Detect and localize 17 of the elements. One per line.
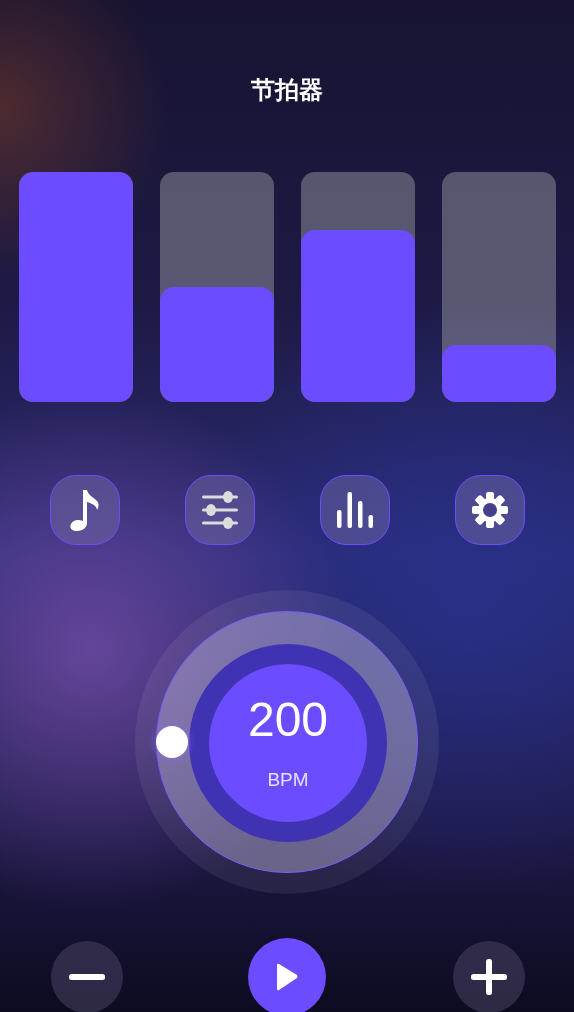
play-icon [276,963,298,991]
minus-icon [69,974,105,980]
tempo-dial[interactable]: 200 BPM [135,590,439,894]
level-track[interactable] [301,172,415,402]
level-track[interactable] [160,172,274,402]
sliders-icon [202,491,238,529]
tool-button[interactable] [455,475,525,545]
tool-button[interactable] [50,475,120,545]
page-title: 节拍器 [250,75,324,104]
level-track[interactable] [442,172,556,402]
bpm-value: 200 [247,695,329,744]
tool-button[interactable] [185,475,255,545]
dial-knob[interactable] [156,726,188,758]
bpm-unit: BPM [267,767,309,792]
plus-icon [471,959,507,995]
tool-button[interactable] [320,475,390,545]
bar-chart-icon [337,492,373,528]
